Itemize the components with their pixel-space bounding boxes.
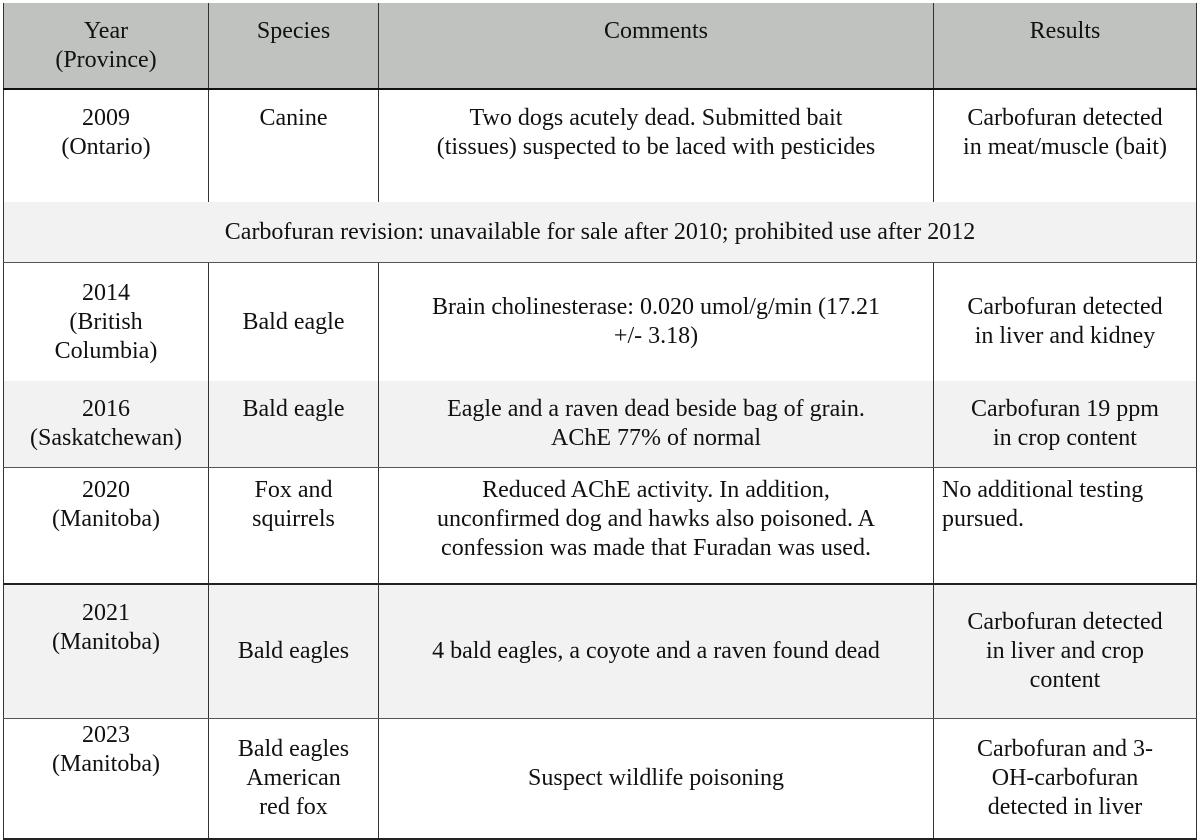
header-results: Results	[933, 3, 1197, 90]
cell-species: Bald eagle	[208, 381, 379, 468]
result-line: Carbofuran detected	[967, 608, 1163, 635]
species-text: Bald eagles	[237, 735, 350, 762]
table-row: 2020 (Manitoba) Fox and squirrels Reduce…	[3, 467, 1197, 585]
header-row: Year (Province) Species Comments Results	[3, 3, 1197, 90]
cell-year: 2016 (Saskatchewan)	[3, 381, 209, 468]
result-line: pursued.	[942, 506, 1024, 532]
result-line: Carbofuran detected	[967, 294, 1163, 320]
table-row: 2021 (Manitoba) Bald eagles 4 bald eagle…	[3, 583, 1197, 719]
header-species: Species	[208, 3, 379, 90]
comment-line: (tissues) suspected to be laced with pes…	[436, 134, 876, 160]
header-year-label: Year	[83, 18, 129, 44]
cell-results: Carbofuran detected in liver and crop co…	[933, 583, 1197, 719]
cell-comments: Reduced AChE activity. In addition, unco…	[378, 467, 934, 585]
year-text: 2014	[82, 279, 130, 306]
header-comments: Comments	[378, 3, 934, 90]
cell-results: No additional testing pursued.	[933, 467, 1197, 585]
carbofuran-incidents-table: Year (Province) Species Comments Results…	[3, 3, 1197, 840]
comment-line: Two dogs acutely dead. Submitted bait	[469, 105, 843, 131]
cell-results: Carbofuran detected in liver and kidney	[933, 262, 1197, 381]
comment-line: Suspect wildlife poisoning	[528, 764, 784, 791]
header-year: Year (Province)	[3, 3, 209, 90]
year-text: 2020	[82, 477, 130, 503]
species-text: Bald eagles	[237, 637, 350, 664]
year-text: 2009	[82, 105, 130, 131]
result-line: in crop content	[993, 425, 1137, 451]
comment-line: AChE 77% of normal	[551, 425, 761, 451]
species-text: Canine	[259, 105, 328, 131]
year-text: 2023	[82, 721, 130, 748]
cell-species: Bald eagle	[208, 262, 379, 381]
species-text: squirrels	[252, 506, 335, 532]
table-row: 2014 (British Columbia) Bald eagle Brain…	[3, 262, 1197, 381]
comment-line: Brain cholinesterase: 0.020 umol/g/min (…	[432, 294, 880, 320]
species-text: red fox	[259, 793, 328, 820]
province-text: (Manitoba)	[52, 750, 160, 777]
cell-year: 2023 (Manitoba)	[3, 718, 209, 840]
revision-banner-row: Carbofuran revision: unavailable for sal…	[3, 202, 1197, 263]
cell-year: 2020 (Manitoba)	[3, 467, 209, 585]
cell-comments: Suspect wildlife poisoning	[378, 718, 934, 840]
result-line: in liver and kidney	[974, 323, 1156, 349]
province-text: (Saskatchewan)	[30, 425, 182, 451]
province-text: (Manitoba)	[52, 506, 160, 532]
table-row: 2023 (Manitoba) Bald eagles American red…	[3, 718, 1197, 840]
province-text: (British	[69, 308, 143, 335]
species-text: American	[246, 764, 341, 791]
result-line: No additional testing	[942, 477, 1144, 503]
cell-species: Fox and squirrels	[208, 467, 379, 585]
cell-year: 2009 (Ontario)	[3, 89, 209, 202]
species-text: Bald eagle	[242, 308, 345, 335]
province-text: (Manitoba)	[52, 628, 160, 655]
result-line: content	[1029, 666, 1101, 693]
species-text: Fox and	[254, 477, 333, 503]
comment-line: confession was made that Furadan was use…	[441, 535, 871, 561]
cell-comments: Eagle and a raven dead beside bag of gra…	[378, 381, 934, 468]
cell-comments: 4 bald eagles, a coyote and a raven foun…	[378, 583, 934, 719]
result-line: in liver and crop	[986, 637, 1144, 664]
species-text: Bald eagle	[242, 396, 345, 422]
cell-species: Bald eagles American red fox	[208, 718, 379, 840]
province-text: (Ontario)	[61, 134, 151, 160]
cell-year: 2014 (British Columbia)	[3, 262, 209, 381]
cell-comments: Two dogs acutely dead. Submitted bait (t…	[378, 89, 934, 202]
cell-results: Carbofuran and 3- OH-carbofuran detected…	[933, 718, 1197, 840]
cell-results: Carbofuran detected in meat/muscle (bait…	[933, 89, 1197, 202]
result-line: Carbofuran 19 ppm	[971, 396, 1159, 422]
header-province-label: (Province)	[55, 47, 157, 73]
comment-line: 4 bald eagles, a coyote and a raven foun…	[432, 637, 880, 664]
cell-comments: Brain cholinesterase: 0.020 umol/g/min (…	[378, 262, 934, 381]
province-text: Columbia)	[54, 337, 158, 364]
result-line: Carbofuran and 3-	[977, 735, 1153, 762]
result-line: Carbofuran detected	[967, 105, 1163, 131]
result-line: in meat/muscle (bait)	[963, 134, 1167, 160]
result-line: OH-carbofuran	[991, 764, 1139, 791]
year-text: 2021	[82, 599, 130, 626]
cell-results: Carbofuran 19 ppm in crop content	[933, 381, 1197, 468]
table-row: 2016 (Saskatchewan) Bald eagle Eagle and…	[3, 381, 1197, 468]
comment-line: Eagle and a raven dead beside bag of gra…	[447, 396, 865, 422]
cell-species: Bald eagles	[208, 583, 379, 719]
revision-banner: Carbofuran revision: unavailable for sal…	[3, 202, 1197, 263]
comment-line: +/- 3.18)	[613, 323, 699, 349]
cell-year: 2021 (Manitoba)	[3, 583, 209, 719]
cell-species: Canine	[208, 89, 379, 202]
year-text: 2016	[82, 396, 130, 422]
result-line: detected in liver	[987, 793, 1143, 820]
table-row: 2009 (Ontario) Canine Two dogs acutely d…	[3, 89, 1197, 202]
comment-line: unconfirmed dog and hawks also poisoned.…	[437, 506, 875, 532]
comment-line: Reduced AChE activity. In addition,	[482, 477, 830, 503]
